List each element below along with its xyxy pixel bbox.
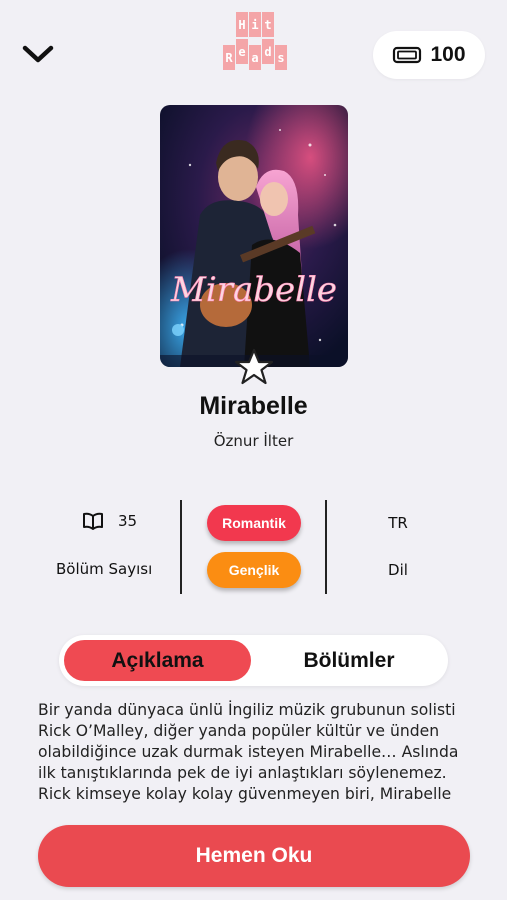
- stats-divider: [325, 500, 327, 594]
- logo-letter: e: [236, 39, 248, 64]
- favorite-button[interactable]: [234, 347, 274, 387]
- chevron-down-icon: [22, 45, 54, 63]
- app-logo: H i t R e a d s: [221, 12, 289, 72]
- language-code: TR: [388, 514, 408, 532]
- language-stat: TR Dil: [328, 498, 468, 594]
- book-cover[interactable]: Mirabelle: [160, 105, 348, 367]
- book-description: Bir yanda dünyaca ünlü İngiliz müzik gru…: [38, 701, 459, 810]
- tab-chapters[interactable]: Bölümler: [255, 640, 443, 681]
- chapter-count-label: Bölüm Sayısı: [56, 560, 153, 578]
- chapter-count-value: 35: [118, 512, 138, 530]
- logo-letter: i: [249, 12, 261, 37]
- book-title: Mirabelle: [199, 392, 308, 420]
- star-icon: [234, 348, 274, 385]
- back-button[interactable]: [18, 38, 58, 70]
- open-book-icon: [83, 512, 103, 530]
- logo-letter: a: [249, 45, 261, 70]
- logo-letter: d: [262, 39, 274, 64]
- description-panel[interactable]: Bir yanda dünyaca ünlü İngiliz müzik gru…: [38, 700, 470, 810]
- logo-letter: t: [262, 12, 274, 37]
- book-stats: 35 Bölüm Sayısı Romantik Gençlik TR Dil: [0, 498, 507, 594]
- language-label: Dil: [388, 561, 408, 579]
- chapter-stat: 35 Bölüm Sayısı: [40, 498, 178, 594]
- logo-letter: R: [223, 45, 235, 70]
- book-cover-image: Mirabelle: [160, 105, 348, 367]
- top-bar: H i t R e a d s 100: [0, 0, 507, 90]
- tab-description[interactable]: Açıklama: [64, 640, 251, 681]
- logo-letter: s: [275, 45, 287, 70]
- logo-letter: H: [236, 12, 248, 37]
- logo-row-bottom: R e a d s: [223, 39, 287, 70]
- chapter-count: 35: [82, 512, 137, 530]
- cover-title: Mirabelle: [170, 270, 337, 310]
- book-author: Öznur İlter: [213, 432, 294, 450]
- genre-tag-genclik[interactable]: Gençlik: [207, 552, 301, 588]
- coin-balance-button[interactable]: 100: [373, 31, 485, 79]
- read-now-button[interactable]: Hemen Oku: [38, 825, 470, 887]
- genre-tags: Romantik Gençlik: [182, 498, 326, 594]
- genre-tag-romantik[interactable]: Romantik: [207, 505, 301, 541]
- detail-tabs: Açıklama Bölümler: [59, 635, 448, 686]
- ticket-icon: [393, 46, 422, 64]
- coin-balance-value: 100: [430, 43, 466, 66]
- logo-row-top: H i t: [236, 12, 274, 37]
